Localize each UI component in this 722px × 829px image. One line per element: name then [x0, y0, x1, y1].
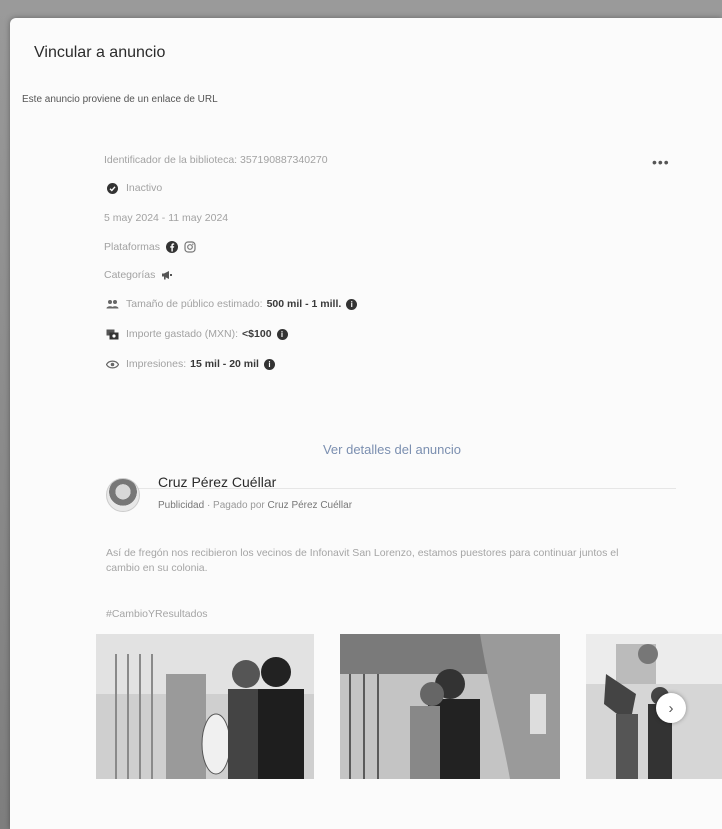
- sponsored-line: Publicidad · Pagado por Cruz Pérez Cuéll…: [158, 500, 352, 511]
- library-id-text: Identificador de la biblioteca: 35719088…: [104, 154, 328, 166]
- impressions-row: Impresiones: 15 mil - 20 mil i: [104, 358, 275, 370]
- platforms-label: Plataformas: [104, 241, 161, 253]
- chevron-right-icon: ›: [668, 699, 674, 717]
- date-range: 5 may 2024 - 11 may 2024: [104, 212, 228, 224]
- facebook-icon: [166, 241, 179, 253]
- carousel-next-button[interactable]: ›: [656, 693, 686, 723]
- inactive-status-icon: [104, 182, 120, 194]
- platforms-row: Plataformas: [104, 241, 196, 253]
- impressions-label: Impresiones:: [126, 358, 187, 370]
- carousel-photo-1[interactable]: [96, 634, 314, 779]
- audience-icon: [104, 299, 120, 309]
- instagram-icon: [184, 241, 196, 253]
- sponsored-label: Publicidad: [158, 500, 205, 511]
- audience-value: 500 mil - 1 mill.: [266, 298, 342, 310]
- carousel-photo-3[interactable]: [586, 634, 722, 779]
- dialog-title: Vincular a anuncio: [34, 44, 166, 61]
- audience-label: Tamaño de público estimado:: [126, 298, 263, 310]
- info-icon[interactable]: i: [263, 358, 275, 370]
- library-id: Identificador de la biblioteca: 35719088…: [104, 154, 328, 166]
- status-row: Inactivo: [104, 182, 162, 194]
- categories-row: Categorías: [104, 269, 173, 281]
- spend-row: Importe gastado (MXN): <$100 i: [104, 328, 288, 340]
- link-to-ad-dialog: Vincular a anuncio Este anuncio proviene…: [10, 18, 722, 829]
- payer-name: Cruz Pérez Cuéllar: [267, 500, 353, 511]
- money-icon: [104, 329, 120, 340]
- avatar[interactable]: [106, 478, 140, 512]
- hashtag[interactable]: #CambioYResultados: [106, 608, 208, 620]
- status-text: Inactivo: [126, 182, 163, 194]
- spend-label: Importe gastado (MXN):: [126, 328, 239, 340]
- carousel-photo-2[interactable]: [340, 634, 560, 779]
- spend-value: <$100: [242, 328, 272, 340]
- post-body-text: Así de fregón nos recibieron los vecinos…: [106, 547, 619, 574]
- page-name[interactable]: Cruz Pérez Cuéllar: [158, 474, 276, 490]
- impressions-value: 15 mil - 20 mil: [190, 358, 259, 370]
- megaphone-icon: [161, 270, 173, 280]
- more-icon[interactable]: •••: [652, 154, 670, 170]
- paid-by-label: · Pagado por: [206, 500, 265, 511]
- info-icon[interactable]: i: [276, 328, 288, 340]
- audience-row: Tamaño de público estimado: 500 mil - 1 …: [104, 298, 358, 310]
- date-range-text: 5 may 2024 - 11 may 2024: [104, 212, 229, 224]
- eye-icon: [104, 360, 120, 369]
- view-ad-details-link[interactable]: Ver detalles del anuncio: [104, 442, 680, 457]
- categories-label: Categorías: [104, 269, 156, 281]
- info-icon[interactable]: i: [346, 298, 358, 310]
- dialog-subtitle: Este anuncio proviene de un enlace de UR…: [22, 94, 218, 105]
